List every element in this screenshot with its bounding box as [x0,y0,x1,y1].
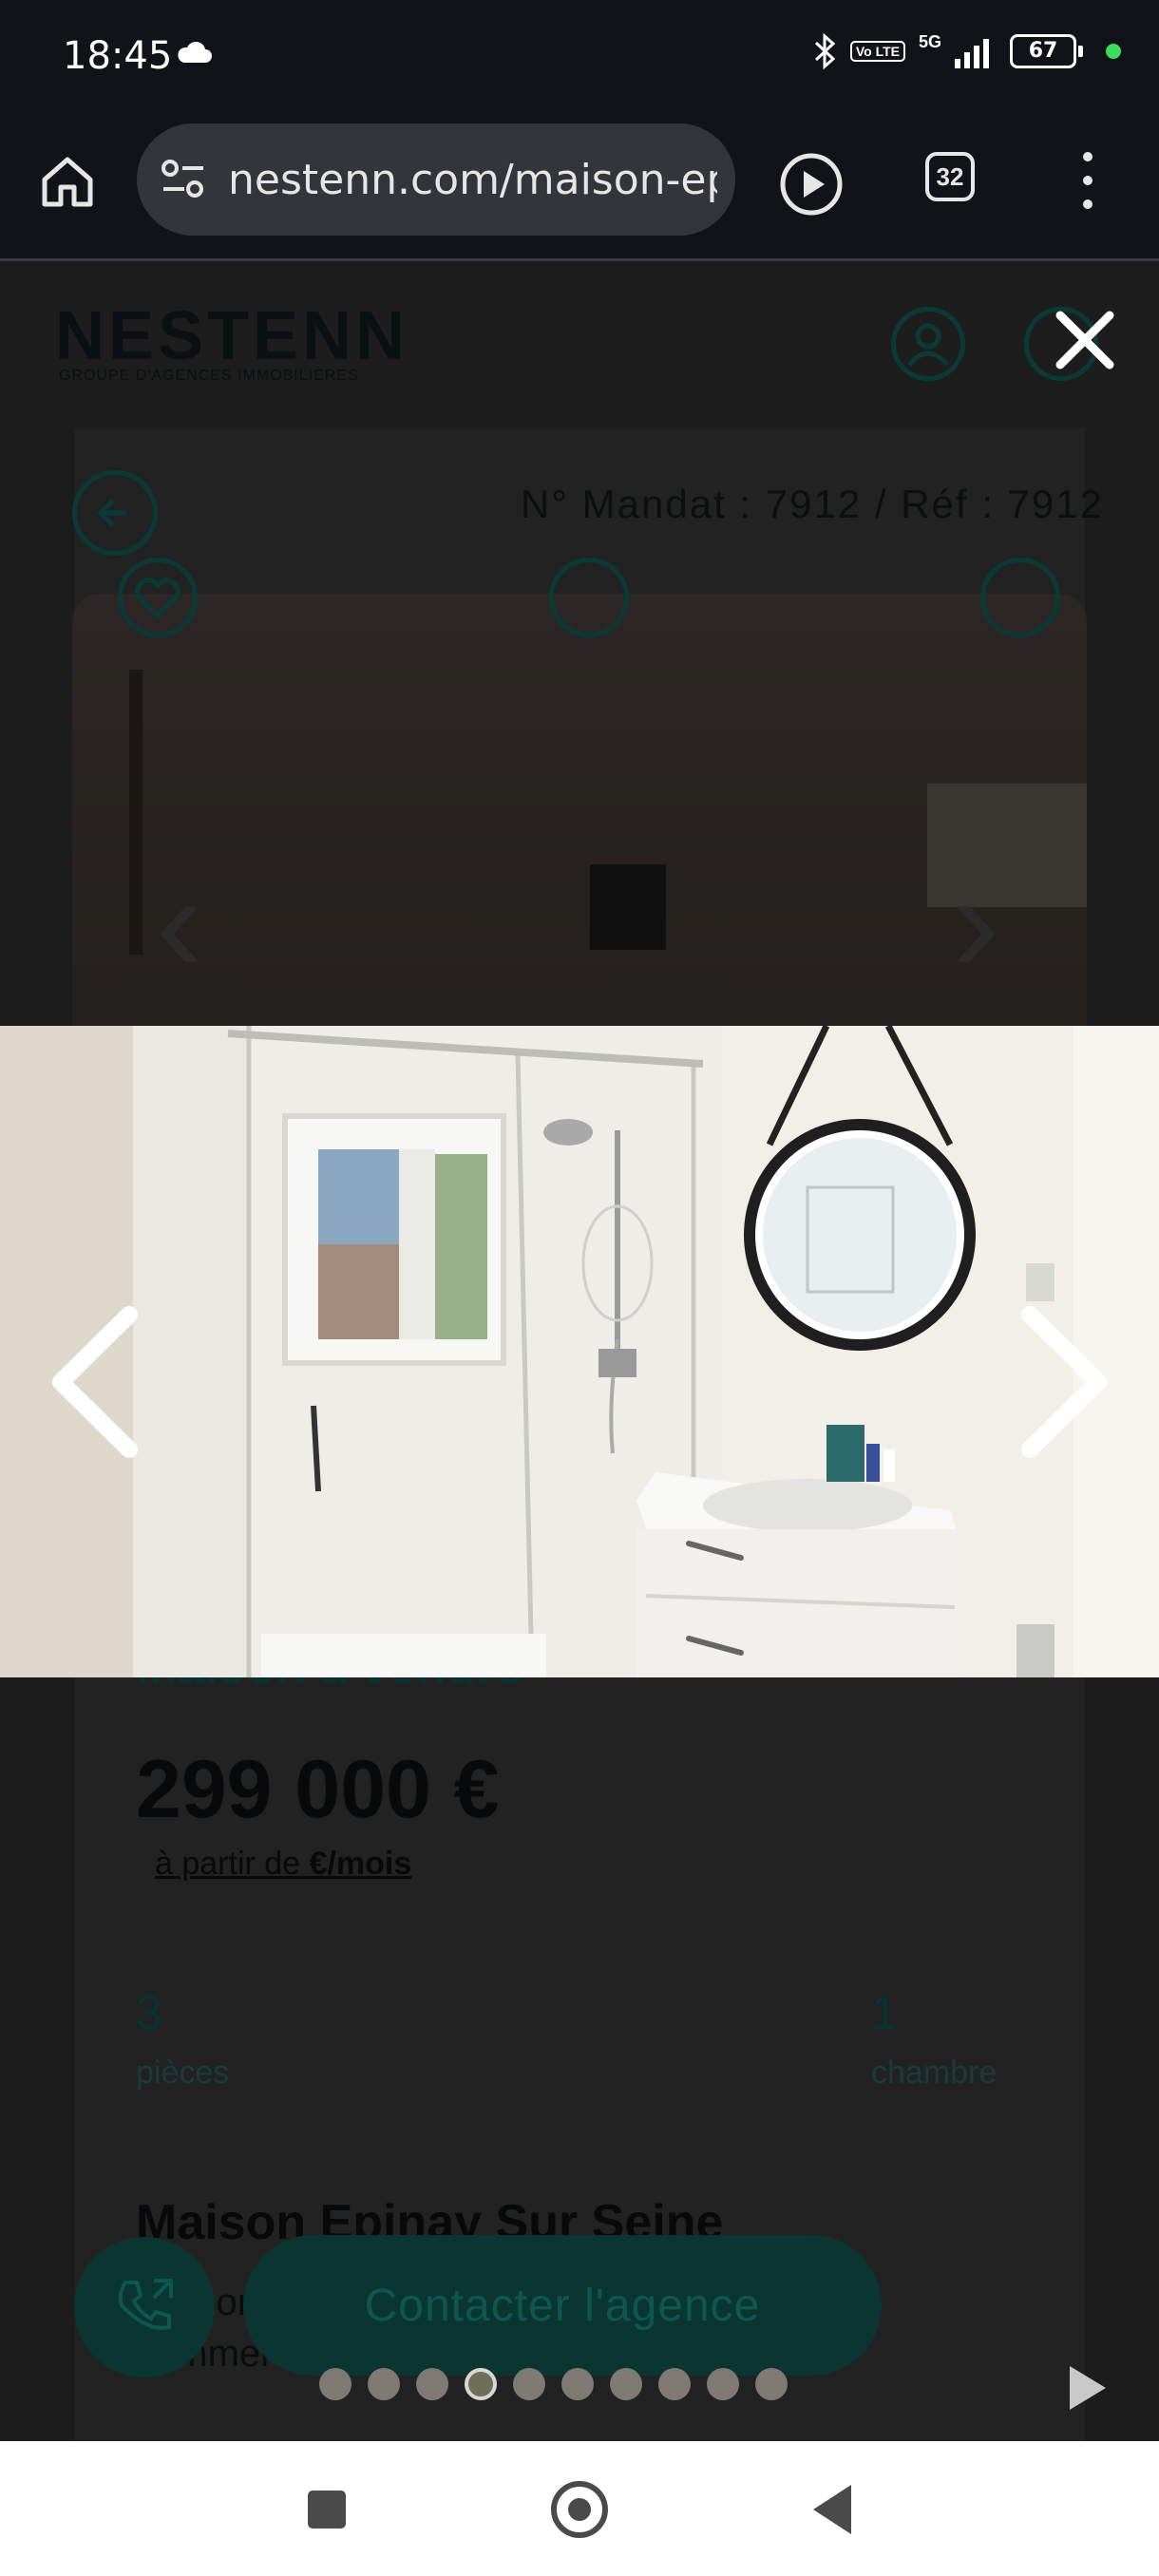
battery-icon: 67 [1010,34,1083,68]
site-settings-icon [162,160,203,198]
network-type: 5G [918,31,941,51]
back-arrow-icon[interactable] [72,470,158,556]
overflow-menu-icon[interactable] [1074,152,1102,209]
gallery-next-icon[interactable] [1007,1301,1121,1463]
volte-badge: Vo LTE [849,41,905,62]
favorite-heart-icon[interactable] [118,558,198,637]
gallery-dot[interactable] [416,2368,448,2400]
loan-prefix: à partir de [155,1846,310,1882]
logo-tagline: GROUPE D'AGENCES IMMOBILIÈRES [59,368,359,384]
gallery-dot[interactable] [610,2368,642,2400]
price: 299 000 € [136,1744,500,1835]
gallery-dot[interactable] [368,2368,400,2400]
gallery-dot[interactable] [707,2368,739,2400]
loan-value: €/mois [309,1846,412,1882]
mandate-reference: N° Mandat : 7912 / Réf : 7912 [520,482,1104,526]
share-icon[interactable] [549,558,629,637]
battery-level: 67 [1010,34,1076,68]
contact-agency-button[interactable]: Contacter l'agence [243,2235,882,2376]
slideshow-play-icon[interactable] [1064,2362,1110,2414]
cloud-icon [178,42,212,63]
back-button[interactable] [813,2485,851,2534]
rooms-value: 3 [136,1986,162,2039]
gallery-dot-active[interactable] [465,2368,497,2400]
loan-simulation-link[interactable]: à partir de €/mois [155,1846,411,1883]
call-button[interactable] [74,2237,215,2377]
site-header: NESTENN GROUPE D'AGENCES IMMOBILIÈRES [0,261,1159,427]
close-icon[interactable] [1049,304,1121,376]
signal-icon [955,39,989,68]
home-nav-button[interactable] [551,2481,608,2538]
photo-prev-dim-icon: ‹ [156,843,203,1002]
account-icon[interactable] [891,307,965,381]
site-logo[interactable]: NESTENN [55,297,408,375]
home-icon [42,157,93,207]
bedrooms-value: 1 [871,1986,898,2039]
play-icon[interactable] [777,150,846,218]
gallery-dot[interactable] [561,2368,594,2400]
bluetooth-icon [814,32,836,70]
gallery-dot[interactable] [755,2368,788,2400]
phone-icon [118,2279,173,2330]
recents-button[interactable] [308,2491,346,2529]
mic-active-dot [1106,44,1121,59]
browser-toolbar: nestenn.com/maison-epinay-sur-seine 32 [0,114,1159,261]
photo-next-dim-icon: › [952,843,999,1002]
status-bar: 18:45 Vo LTE 5G 67 [0,0,1159,114]
gallery-dot[interactable] [513,2368,545,2400]
status-time: 18:45 [63,34,173,78]
gallery-prev-icon[interactable] [38,1301,152,1463]
gallery-pagination [319,2368,788,2400]
tab-switcher-button[interactable]: 32 [925,152,975,201]
bathroom-photo [0,1026,1159,1677]
bedrooms-label: chambre [871,2055,998,2091]
lightbox-photo [0,1026,1159,1677]
gallery-dot[interactable] [658,2368,691,2400]
gallery-dot[interactable] [319,2368,352,2400]
url-text: nestenn.com/maison-epinay-sur-seine [228,156,717,204]
home-button[interactable] [34,148,101,215]
address-bar[interactable]: nestenn.com/maison-epinay-sur-seine [137,123,735,236]
system-nav-bar [0,2441,1159,2576]
rooms-label: pièces [136,2055,230,2091]
print-icon[interactable] [980,558,1060,637]
